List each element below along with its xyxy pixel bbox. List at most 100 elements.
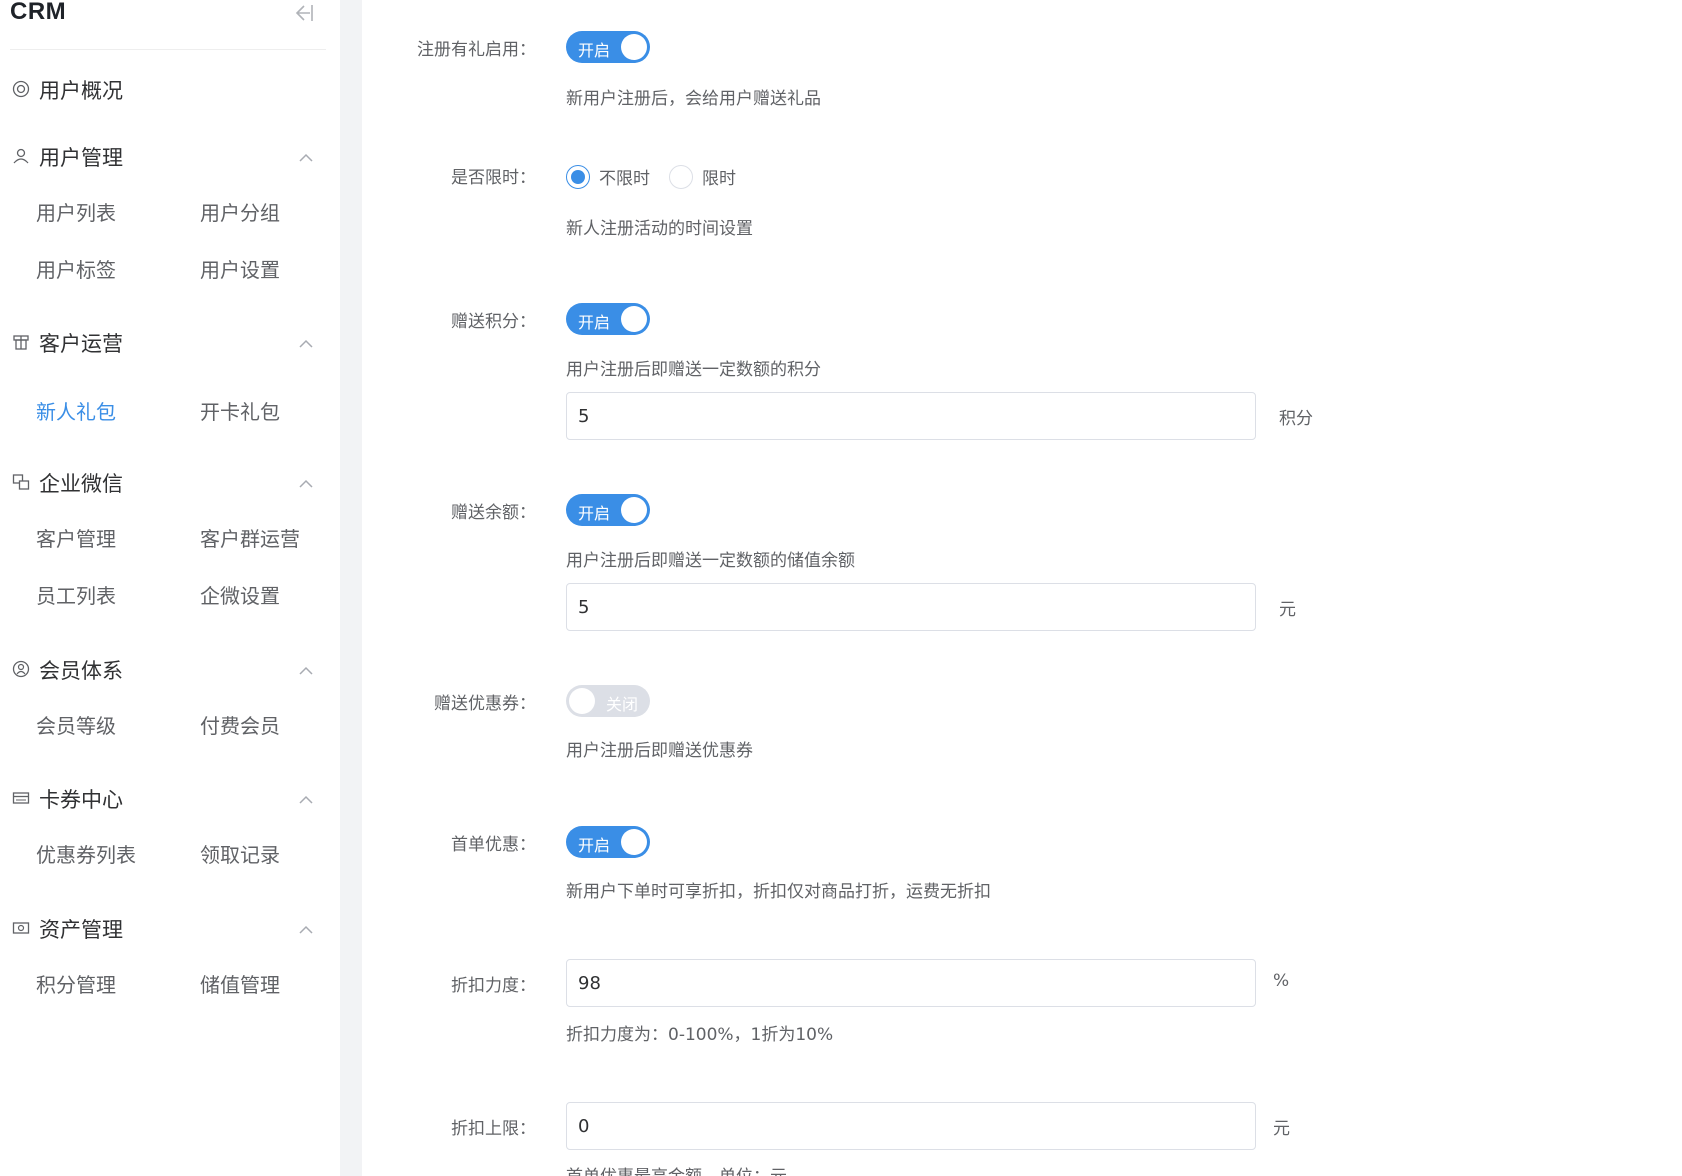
balance-input[interactable]	[566, 583, 1256, 631]
discount-help: 折扣力度为：0-100%，1折为10%	[566, 1025, 834, 1045]
gift-icon	[12, 333, 30, 351]
chevron-up-icon	[298, 921, 314, 934]
first-order-label: 首单优惠：	[451, 835, 536, 855]
sidebar-item-wecom-settings[interactable]: 企微设置	[200, 580, 280, 609]
discount-cap-label: 折扣上限：	[451, 1119, 536, 1139]
switch-knob	[621, 34, 647, 60]
group-title: 用户管理	[39, 146, 123, 170]
menu-group-customer-ops: 客户运营 新人礼包 开卡礼包	[0, 321, 340, 424]
points-unit: 积分	[1279, 409, 1313, 429]
menu-group-coupon-center: 卡券中心 优惠券列表 领取记录	[0, 777, 340, 867]
sidebar-item-user-list[interactable]: 用户列表	[36, 197, 116, 226]
group-header[interactable]: 用户管理	[0, 135, 340, 175]
discount-cap-unit: 元	[1273, 1119, 1290, 1139]
radio-label: 不限时	[599, 169, 650, 189]
sidebar-item-paid-members[interactable]: 付费会员	[200, 710, 280, 739]
chevron-up-icon	[298, 662, 314, 675]
overview-icon	[12, 80, 30, 98]
group-header[interactable]: 客户运营	[0, 321, 340, 361]
sidebar-item-staff-list[interactable]: 员工列表	[36, 580, 116, 609]
menu-group-membership: 会员体系 会员等级 付费会员	[0, 648, 340, 738]
balance-unit: 元	[1279, 600, 1296, 620]
sidebar-item-stored-value-management[interactable]: 储值管理	[200, 969, 280, 998]
sidebar-item-newcomer-gift[interactable]: 新人礼包	[36, 396, 116, 425]
coupon-help: 用户注册后即赠送优惠券	[566, 741, 753, 761]
time-limit-label: 是否限时：	[451, 168, 536, 188]
radio-dot	[566, 164, 590, 189]
coupon-switch[interactable]: 关闭	[566, 685, 650, 717]
radio-unlimited[interactable]: 不限时	[566, 164, 650, 189]
wecom-icon	[12, 473, 30, 491]
register-gift-help: 新用户注册后，会给用户赠送礼品	[566, 89, 821, 109]
sidebar-item-customer-management[interactable]: 客户管理	[36, 523, 116, 552]
menu-group-assets: 资产管理 积分管理 储值管理	[0, 907, 340, 997]
sidebar-item-user-tags[interactable]: 用户标签	[36, 254, 116, 283]
menu-user-overview[interactable]: 用户概况	[0, 68, 340, 108]
register-gift-label: 注册有礼启用：	[417, 40, 536, 60]
menu-group-wecom: 企业微信 客户管理 客户群运营 员工列表 企微设置	[0, 461, 340, 608]
group-title: 资产管理	[39, 918, 123, 942]
sidebar-item-user-settings[interactable]: 用户设置	[200, 254, 280, 283]
sidebar-item-card-gift[interactable]: 开卡礼包	[200, 396, 280, 425]
discount-cap-help: 首单优惠最高金额，单位：元	[566, 1162, 787, 1176]
wallet-icon	[12, 919, 30, 937]
discount-input[interactable]	[566, 959, 1256, 1007]
switch-knob	[621, 497, 647, 523]
chevron-up-icon	[298, 149, 314, 162]
brand-logo: CRM	[10, 0, 67, 25]
switch-knob	[621, 306, 647, 332]
group-title: 客户运营	[39, 332, 123, 356]
switch-text: 开启	[578, 313, 611, 332]
sidebar-item-member-levels[interactable]: 会员等级	[36, 710, 116, 739]
first-order-switch[interactable]: 开启	[566, 826, 650, 858]
group-header[interactable]: 会员体系	[0, 648, 340, 688]
coupon-label: 赠送优惠券：	[434, 694, 536, 714]
sidebar: CRM 用户概况 用户管理 用户列表 用户分组 用户标签 用户设置 客户运营 新…	[0, 0, 340, 1176]
switch-knob	[569, 688, 595, 714]
menu-group-user-management: 用户管理 用户列表 用户分组 用户标签 用户设置	[0, 135, 340, 282]
radio-dot	[669, 164, 693, 189]
member-icon	[12, 660, 30, 678]
discount-cap-input[interactable]	[566, 1102, 1256, 1150]
sidebar-item-customer-group-ops[interactable]: 客户群运营	[200, 523, 300, 552]
sidebar-item-user-group[interactable]: 用户分组	[200, 197, 280, 226]
points-help: 用户注册后即赠送一定数额的积分	[566, 360, 821, 380]
group-header[interactable]: 企业微信	[0, 461, 340, 501]
group-title: 会员体系	[39, 659, 123, 683]
brand-divider	[10, 49, 326, 50]
discount-unit: %	[1273, 971, 1290, 991]
sidebar-item-claim-records[interactable]: 领取记录	[200, 839, 280, 868]
switch-text: 开启	[578, 504, 611, 523]
balance-switch[interactable]: 开启	[566, 494, 650, 526]
chevron-up-icon	[298, 791, 314, 804]
card-icon	[12, 789, 30, 807]
app: CRM 用户概况 用户管理 用户列表 用户分组 用户标签 用户设置 客户运营 新…	[0, 0, 1682, 1176]
switch-text: 关闭	[605, 695, 638, 714]
menu-title: 用户概况	[39, 79, 123, 103]
sidebar-divider	[340, 0, 362, 1176]
points-switch[interactable]: 开启	[566, 303, 650, 335]
collapse-sidebar-icon[interactable]	[290, 2, 314, 24]
radio-limited[interactable]: 限时	[669, 164, 736, 189]
points-input[interactable]	[566, 392, 1256, 440]
newcomer-gift-form: 注册有礼启用： 开启 新用户注册后，会给用户赠送礼品 是否限时： 不限时 限时 …	[362, 0, 1682, 1176]
first-order-help: 新用户下单时可享折扣，折扣仅对商品打折，运费无折扣	[566, 882, 991, 902]
switch-text: 开启	[578, 836, 611, 855]
switch-text: 开启	[578, 41, 611, 60]
time-limit-help: 新人注册活动的时间设置	[566, 219, 753, 239]
chevron-up-icon	[298, 335, 314, 348]
sidebar-item-coupon-list[interactable]: 优惠券列表	[36, 839, 136, 868]
sidebar-item-points-management[interactable]: 积分管理	[36, 969, 116, 998]
discount-label: 折扣力度：	[451, 976, 536, 996]
chevron-up-icon	[298, 475, 314, 488]
group-title: 卡券中心	[39, 788, 123, 812]
user-icon	[12, 147, 30, 165]
switch-knob	[621, 829, 647, 855]
points-label: 赠送积分：	[451, 312, 536, 332]
group-header[interactable]: 卡券中心	[0, 777, 340, 817]
group-header[interactable]: 资产管理	[0, 907, 340, 947]
radio-label: 限时	[702, 169, 736, 189]
group-title: 企业微信	[39, 472, 123, 496]
balance-help: 用户注册后即赠送一定数额的储值余额	[566, 551, 855, 571]
register-gift-switch[interactable]: 开启	[566, 31, 650, 63]
